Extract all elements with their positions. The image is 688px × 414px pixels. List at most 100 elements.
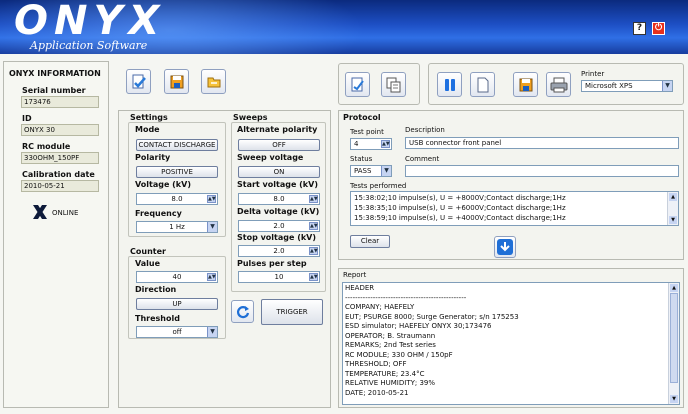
tests-performed-list[interactable]: 15:38:02;10 impulse(s), U = +8000V;Conta… xyxy=(350,191,679,226)
open-icon-button[interactable] xyxy=(201,69,226,94)
app-header: ONYX Application Software ? ⏻ xyxy=(0,0,688,54)
document-check-icon xyxy=(132,74,146,88)
report-scroll-thumb[interactable] xyxy=(670,293,678,383)
pulses-per-step-label: Pulses per step xyxy=(237,259,307,268)
scroll-down-icon[interactable]: ▼ xyxy=(669,216,677,224)
report-line: ----------------------------------------… xyxy=(345,293,467,302)
printer-select[interactable]: Microsoft XPS ▼ xyxy=(581,80,673,92)
id-label: ID xyxy=(22,114,32,123)
blank-document-icon xyxy=(477,77,488,92)
new-report-button[interactable] xyxy=(470,72,495,97)
threshold-label: Threshold xyxy=(135,314,180,323)
status-select[interactable]: PASS ▼ xyxy=(350,165,392,177)
pause-button[interactable] xyxy=(437,72,462,97)
clear-button[interactable]: Clear xyxy=(350,235,390,248)
onyx-information-panel: ONYX INFORMATION Serial number 173476 ID… xyxy=(3,61,109,408)
report-line: RELATIVE HUMIDITY; 39% xyxy=(345,379,436,387)
reset-counter-button[interactable] xyxy=(231,300,254,323)
stop-voltage-label: Stop voltage (kV) xyxy=(237,233,317,242)
delta-voltage-value: 2.0 xyxy=(273,222,285,230)
serial-number-value: 173476 xyxy=(21,96,99,108)
polarity-button[interactable]: POSITIVE xyxy=(136,166,218,178)
start-voltage-label: Start voltage (kV) xyxy=(237,180,318,189)
printer-value: Microsoft XPS xyxy=(585,82,633,90)
voltage-spin-icon[interactable]: ▲▼ xyxy=(207,195,216,203)
protocol-panel: Protocol Test point 4 ▲▼ Description USB … xyxy=(338,110,684,260)
delta-voltage-spin-icon[interactable]: ▲▼ xyxy=(309,222,318,230)
test-entry[interactable]: 15:38:59;10 impulse(s), U = +4000V;Conta… xyxy=(354,214,566,222)
print-button[interactable] xyxy=(546,72,571,97)
test-point-spin-icon[interactable]: ▲▼ xyxy=(381,140,390,148)
pulses-spin-icon[interactable]: ▲▼ xyxy=(309,273,318,281)
save-settings-icon-button[interactable] xyxy=(126,69,151,94)
sweep-voltage-button[interactable]: ON xyxy=(238,166,320,178)
trigger-button[interactable]: TRIGGER xyxy=(261,299,323,325)
document-edit-icon xyxy=(351,77,364,91)
protocol-edit-button[interactable] xyxy=(345,72,370,97)
description-input[interactable]: USB connector front panel xyxy=(405,137,679,149)
start-voltage-spinbox[interactable]: 8.0 ▲▼ xyxy=(238,193,320,205)
frequency-select[interactable]: 1 Hz ▼ xyxy=(136,221,218,233)
save-report-button[interactable] xyxy=(513,72,538,97)
report-scroll-up-icon[interactable]: ▲ xyxy=(670,284,678,292)
status-dropdown-icon[interactable]: ▼ xyxy=(381,166,391,176)
pause-icon xyxy=(444,78,455,91)
refresh-icon xyxy=(236,305,249,318)
test-point-value: 4 xyxy=(354,140,359,148)
printer-dropdown-icon[interactable]: ▼ xyxy=(662,81,672,91)
mode-button[interactable]: CONTACT DISCHARGE xyxy=(136,139,218,151)
report-line: REMARKS; 2nd Test series xyxy=(345,341,436,349)
report-line: DATE; 2010-05-21 xyxy=(345,388,409,397)
start-voltage-spin-icon[interactable]: ▲▼ xyxy=(309,195,318,203)
calibration-date-value: 2010-05-21 xyxy=(21,180,99,192)
start-voltage-value: 8.0 xyxy=(273,195,285,203)
threshold-value: off xyxy=(172,328,182,336)
id-value: ONYX 30 xyxy=(21,124,99,136)
tests-scrollbar[interactable]: ▲ ▼ xyxy=(667,192,678,225)
counter-spin-icon[interactable]: ▲▼ xyxy=(207,273,216,281)
report-panel: Report HEADER ---------------------------… xyxy=(338,268,684,408)
report-line: OPERATOR; B. Straumann xyxy=(345,331,436,340)
scroll-up-icon[interactable]: ▲ xyxy=(669,193,677,201)
counter-value-spinbox[interactable]: 40 ▲▼ xyxy=(136,271,218,283)
report-line: TEMPERATURE; 23.4°C xyxy=(345,369,425,378)
stop-voltage-spinbox[interactable]: 2.0 ▲▼ xyxy=(238,245,320,257)
rc-module-value: 330OHM_150PF xyxy=(21,152,99,164)
mode-label: Mode xyxy=(135,125,160,134)
threshold-select[interactable]: off ▼ xyxy=(136,326,218,338)
connection-x-icon xyxy=(33,205,47,219)
copy-icon xyxy=(386,77,400,92)
test-entry[interactable]: 15:38:35;10 impulse(s), U = +6000V;Conta… xyxy=(354,204,566,212)
report-textarea[interactable]: HEADER ----------------------------------… xyxy=(342,282,680,405)
test-entry[interactable]: 15:38:02;10 impulse(s), U = +8000V;Conta… xyxy=(354,194,566,202)
voltage-spinbox[interactable]: 8.0 ▲▼ xyxy=(136,193,218,205)
report-scroll-down-icon[interactable]: ▼ xyxy=(670,395,678,403)
settings-panel: Settings Mode CONTACT DISCHARGE Polarity… xyxy=(118,110,331,408)
stop-voltage-spin-icon[interactable]: ▲▼ xyxy=(309,247,318,255)
power-button[interactable]: ⏻ xyxy=(652,22,665,35)
alternate-polarity-label: Alternate polarity xyxy=(237,125,318,134)
test-point-spinbox[interactable]: 4 ▲▼ xyxy=(350,138,392,150)
frequency-dropdown-icon[interactable]: ▼ xyxy=(207,222,217,232)
direction-button[interactable]: UP xyxy=(136,298,218,310)
add-to-report-button[interactable] xyxy=(494,236,516,258)
delta-voltage-spinbox[interactable]: 2.0 ▲▼ xyxy=(238,220,320,232)
frequency-label: Frequency xyxy=(135,209,182,218)
save-icon-button[interactable] xyxy=(164,69,189,94)
threshold-dropdown-icon[interactable]: ▼ xyxy=(207,327,217,337)
report-line: ESD simulator; HAEFELY ONYX 30;173476 xyxy=(345,322,492,330)
app-subtitle: Application Software xyxy=(30,39,148,52)
report-title: Report xyxy=(343,271,367,279)
printer-icon xyxy=(550,77,567,92)
report-scrollbar[interactable]: ▲ ▼ xyxy=(668,283,679,404)
pulses-per-step-spinbox[interactable]: 10 ▲▼ xyxy=(238,271,320,283)
arrow-down-icon xyxy=(497,239,513,255)
report-lines: HEADER ----------------------------------… xyxy=(345,284,519,398)
sweeps-title: Sweeps xyxy=(233,113,268,122)
report-line: HEADER xyxy=(345,284,375,292)
alternate-polarity-button[interactable]: OFF xyxy=(238,139,320,151)
protocol-copy-button[interactable] xyxy=(381,72,406,97)
help-button[interactable]: ? xyxy=(633,22,646,35)
comment-input[interactable] xyxy=(405,165,679,177)
calibration-date-label: Calibration date xyxy=(22,170,95,179)
